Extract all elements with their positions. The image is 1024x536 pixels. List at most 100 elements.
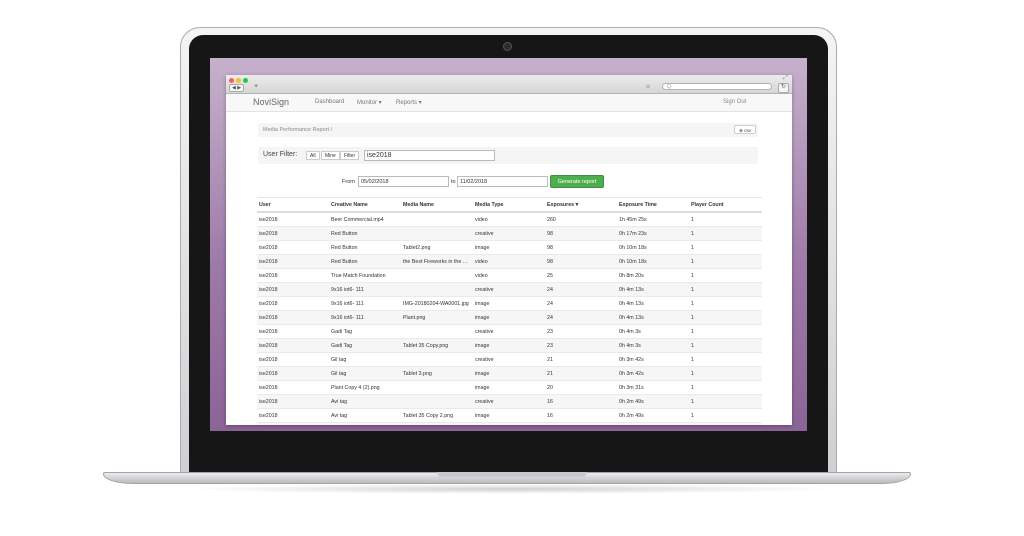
creative-name-cell: Gil tag [329,352,401,367]
creative-name-cell: True Match Foundation [329,268,401,283]
close-window-icon[interactable] [229,78,234,83]
player-count-cell: 1 [689,254,762,269]
user-cell: ise2018 [257,408,329,423]
media-name-cell [401,394,473,409]
filter-all-button[interactable]: All [306,151,320,160]
from-label: From [342,179,355,185]
creative-name-cell: Gadi Tag [329,324,401,339]
table-row[interactable]: ise2018 Beer Commercial.mp4 video 260 1h 45m… [257,211,762,227]
maximize-window-icon[interactable] [243,78,248,83]
sign-out-link[interactable]: Sign Out [723,99,746,105]
player-count-cell: 1 [689,352,762,367]
media-name-cell [401,422,473,425]
reload-icon[interactable]: ↻ [778,83,789,93]
filter-filter-button[interactable]: Filter [340,151,360,160]
to-date-input[interactable]: 11/02/2018 [457,176,548,187]
table-row[interactable]: ise2018 True Match Foundation video 25 0h 8m… [257,268,762,283]
nav-reports[interactable]: Reports ▾ [396,99,422,106]
table-row[interactable]: ise2018 Gadi Tag creative 23 0h 4m 3s 1 [257,324,762,339]
table-row[interactable]: ise2018 Avi tag creative 16 0h 2m 49s 1 [257,394,762,409]
to-label: to [451,179,456,185]
exposure-time-cell: 1h 45m 25s [617,211,689,227]
player-count-cell: 1 [689,394,762,409]
user-filter-label: User Filter: [263,151,298,158]
exposure-time-cell: 0h 4m 3s [617,338,689,353]
table-row[interactable]: ise2018 Red Button the Best Fireworks in t… [257,254,762,269]
from-date-input[interactable]: 05/02/2018 [358,176,449,187]
user-filter-input[interactable]: ise2018 [364,150,495,161]
player-count-cell: 1 [689,282,762,297]
user-cell: ise2018 [257,324,329,339]
media-type-cell: creative [473,422,545,425]
table-row[interactable]: ise2018Roey tag creative150h 2m 38s1 [257,422,762,425]
browser-toolbar: ◀ ▶ + ⊙ Q- ↻ ⤢ [226,75,792,94]
media-type-cell: image [473,338,545,353]
player-count-cell: 1 [689,226,762,241]
new-tab-button[interactable]: + [254,83,258,90]
nav-dashboard[interactable]: Dashboard [315,99,344,105]
media-type-cell: creative [473,394,545,409]
media-type-cell: creative [473,282,545,297]
table-row[interactable]: ise2018 9x16 iot6- 111 Plant.png image 24 0h … [257,310,762,325]
exposures-cell: 21 [545,352,617,367]
filter-mine-button[interactable]: Mine [321,151,340,160]
col-exposures-header[interactable]: Exposures ▾ [545,197,617,213]
minimize-window-icon[interactable] [236,78,241,83]
table-row[interactable]: ise2018 Gadi Tag Tablet 35 Copy.png image 23… [257,338,762,353]
fullscreen-icon[interactable]: ⤢ [783,75,788,82]
exposure-time-cell: 0h 4m 3s [617,324,689,339]
media-type-cell: creative [473,352,545,367]
exposures-cell: 16 [545,408,617,423]
media-name-cell [401,268,473,283]
exposure-time-cell: 0h 4m 13s [617,282,689,297]
address-bar-icon: ⊙ [646,84,651,90]
exposures-cell: 24 [545,282,617,297]
player-count-cell: 1 [689,380,762,395]
creative-name-cell: Gadi Tag [329,338,401,353]
table-row[interactable]: ise2018 9x16 iot6- 111 IMG-20180204-WA0001… [257,296,762,311]
user-cell: ise2018 [257,338,329,353]
player-count-cell: 1 [689,422,762,425]
brand-logo[interactable]: NoviSign [253,97,289,107]
exposures-cell: 16 [545,394,617,409]
col-user-header[interactable]: User [257,197,329,213]
user-cell: ise2018 [257,380,329,395]
generate-report-button[interactable]: Generate report [550,175,604,188]
table-row[interactable]: ise2018 9x16 iot6- 111 creative 24 0h 4m 13s… [257,282,762,297]
player-count-cell: 1 [689,268,762,283]
col-media-name-header[interactable]: Media Name [401,197,473,213]
media-performance-table: User Creative Name Media Name Media Type Exp… [257,197,762,425]
back-forward-buttons[interactable]: ◀ ▶ [229,84,245,92]
exposure-time-cell: 0h 4m 13s [617,310,689,325]
user-cell: ise2018 [257,366,329,381]
nav-monitor[interactable]: Monitor ▾ [357,99,382,106]
table-row[interactable]: ise2018 Red Button creative 98 0h 17m 23s 1 [257,226,762,241]
creative-name-cell: Gil tag [329,366,401,381]
media-type-cell: creative [473,226,545,241]
table-row[interactable]: ise2018 Red Button Tablet2.png image 98 0h 10… [257,240,762,255]
user-cell: ise2018 [257,211,329,227]
media-name-cell [401,226,473,241]
media-type-cell: image [473,366,545,381]
media-type-cell: video [473,211,545,227]
user-cell: ise2018 [257,226,329,241]
browser-search-input[interactable]: Q- [662,83,772,90]
table-row[interactable]: ise2018 Avi tag Tablet 35 Copy 2.png image 1… [257,408,762,423]
col-creative-name-header[interactable]: Creative Name [329,197,401,213]
col-media-type-header[interactable]: Media Type [473,197,545,213]
media-name-cell: IMG-20180204-WA0001.jpg [401,296,473,311]
table-row[interactable]: ise2018 Gil tag Tablet 3.png image 21 0h 3m 4… [257,366,762,381]
exposure-time-cell: 0h 4m 13s [617,296,689,311]
media-type-cell: image [473,296,545,311]
col-player-count-header[interactable]: Player Count [689,197,762,213]
media-name-cell: Tablet 3.png [401,366,473,381]
app-navbar: NoviSign Dashboard Monitor ▾ Reports ▾ S… [226,94,792,112]
media-name-cell: Tablet 35 Copy 2.png [401,408,473,423]
user-cell: ise2018 [257,254,329,269]
csv-export-button[interactable]: ⊕ csv [734,125,756,134]
exposure-time-cell: 0h 3m 42s [617,366,689,381]
media-name-cell: the Best Fireworks in the World [401,254,473,269]
table-row[interactable]: ise2018 Gil tag creative 21 0h 3m 42s 1 [257,352,762,367]
col-exposure-time-header[interactable]: Exposure Time [617,197,689,213]
table-row[interactable]: ise2018 Plant Copy 4 (2).png image 20 0h 3m … [257,380,762,395]
